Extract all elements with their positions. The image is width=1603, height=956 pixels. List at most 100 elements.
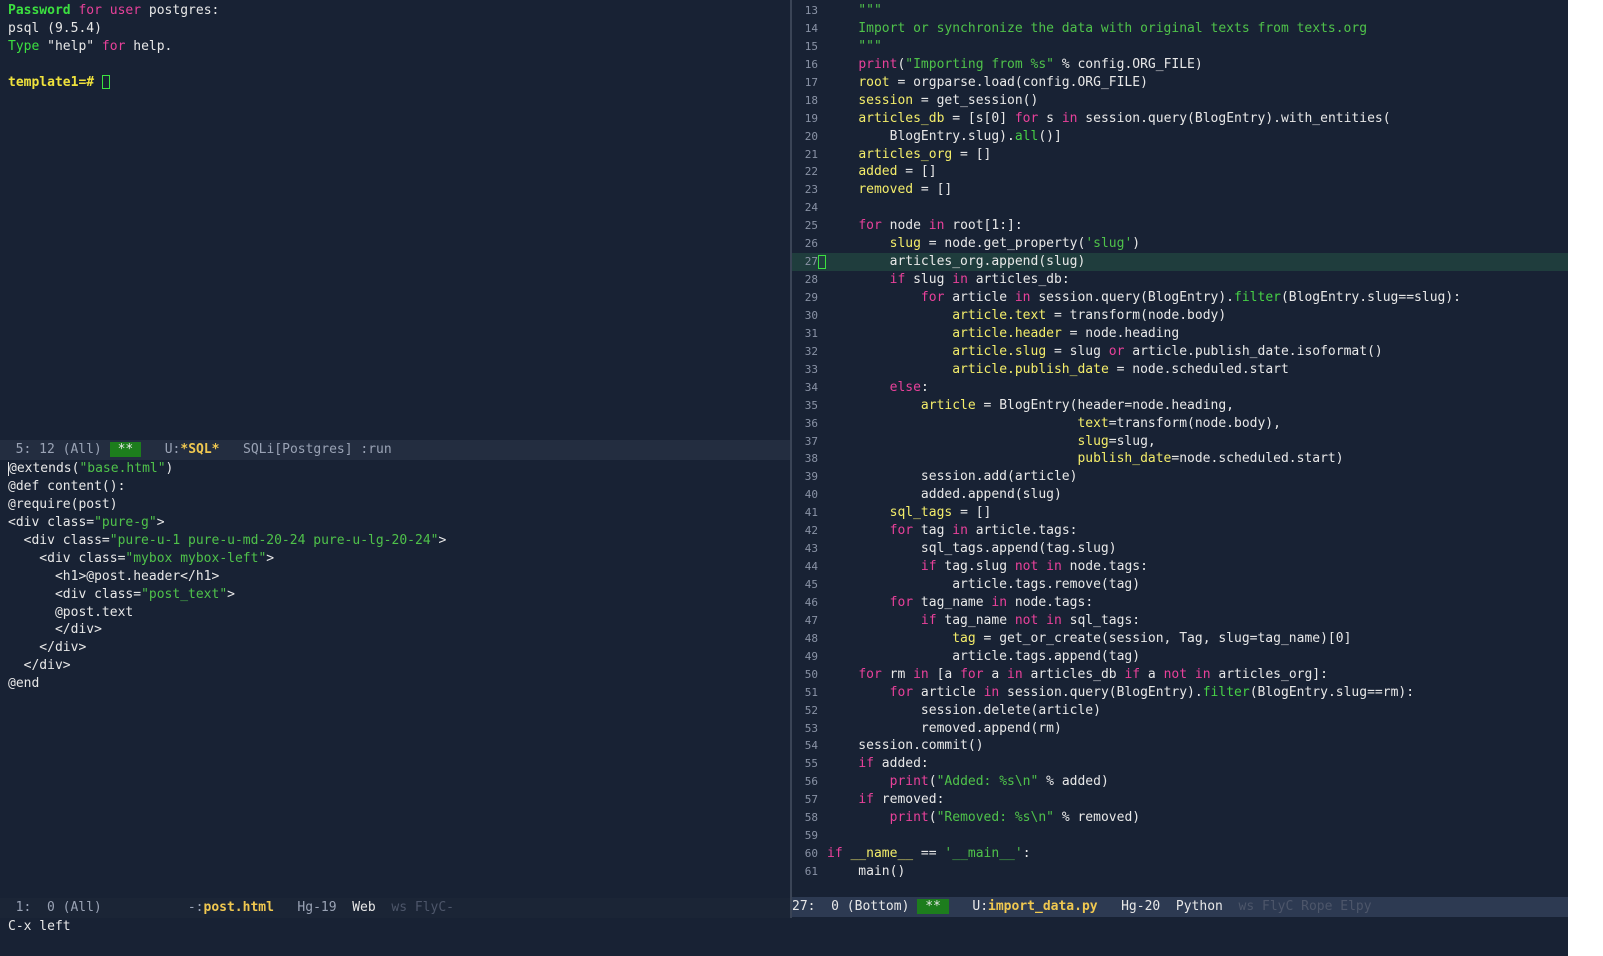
line-number: 59 (804, 829, 818, 843)
line-number: 21 (804, 147, 818, 161)
code-line: 20 BlogEntry.slug).all()] (792, 128, 1568, 146)
psql-help-line: Type "help" for help. (8, 38, 173, 54)
buffer-name-python[interactable]: import_data.py (988, 899, 1098, 914)
line-number: 53 (804, 721, 818, 735)
code-line: 56 print("Added: %s\n" % added) (792, 773, 1568, 791)
psql-prompt-line[interactable]: template1=# (0, 74, 790, 92)
modeline-python: 27: 0 (Bottom) ** U:import_data.py Hg-20… (792, 897, 1568, 917)
code-line: 33 article.publish_date = node.scheduled… (792, 361, 1568, 379)
line-number: 45 (804, 578, 818, 591)
line-number: 28 (804, 273, 818, 287)
html-code-line: @extends("base.html") (8, 461, 174, 476)
code-line: 40 added.append(slug) (792, 486, 1568, 504)
line-number: 49 (804, 649, 818, 663)
html-code-line: <div class="mybox mybox-left"> (8, 550, 275, 566)
line-number: 42 (804, 524, 818, 538)
code-line: 32 article.slug = slug or article.publis… (792, 343, 1568, 361)
code-line: 35 article = BlogEntry(header=node.headi… (792, 397, 1568, 415)
code-line: 26 slug = node.get_property('slug') (792, 235, 1568, 253)
python-editor-window[interactable]: 13 """ 14 Import or synchronize the data … (792, 2, 1568, 897)
code-line: 15 """ (792, 38, 1568, 56)
line-number: 31 (804, 326, 818, 340)
minibuffer[interactable]: C-x left (0, 918, 1603, 936)
line-number: 18 (804, 93, 818, 107)
line-number: 15 (804, 39, 818, 53)
line-number: 14 (804, 21, 818, 35)
code-line: 58 print("Removed: %s\n" % removed) (792, 809, 1568, 827)
line-number: 40 (804, 488, 818, 502)
code-line: 57 if removed: (792, 791, 1568, 809)
line-number: 30 (804, 308, 818, 322)
line-number: 34 (804, 380, 818, 394)
line-number: 48 (804, 631, 818, 645)
line-number: 46 (804, 595, 818, 609)
line-number: 35 (804, 398, 818, 412)
code-line: 18 session = get_session() (792, 92, 1568, 110)
html-code-line: </div> (8, 622, 102, 638)
html-code-line: </div> (8, 658, 71, 674)
code-line: 41 sql_tags = [] (792, 504, 1568, 522)
line-number: 37 (804, 434, 818, 448)
html-code-line: @require(post) (8, 496, 118, 512)
line-number: 57 (804, 793, 818, 807)
text-cursor-icon (818, 254, 826, 269)
code-line: 27 articles_org.append(slug) (792, 253, 1568, 272)
html-editor-window[interactable]: @extends("base.html") @def content(): @req… (0, 460, 790, 898)
code-line: 24 (792, 199, 1568, 217)
html-code-line: @end (8, 676, 40, 692)
code-line: 14 Import or synchronize the data with o… (792, 20, 1568, 38)
code-line: 23 removed = [] (792, 181, 1568, 199)
buffer-name-html[interactable]: post.html (204, 900, 274, 915)
code-line: 37 slug=slug, (792, 433, 1568, 451)
code-line: 52 session.delete(article) (792, 702, 1568, 720)
line-number: 54 (804, 739, 818, 753)
modeline-sql: 5: 12 (All) ** U:*SQL* SQLi[Postgres] :r… (0, 440, 790, 460)
code-line: 59 (792, 827, 1568, 845)
line-number: 51 (804, 685, 818, 699)
code-line: 31 article.header = node.heading (792, 325, 1568, 343)
line-number: 26 (804, 237, 818, 251)
html-code-line: <div class="pure-u-1 pure-u-md-20-24 pur… (8, 532, 447, 548)
code-line: 36 text=transform(node.body), (792, 415, 1568, 433)
line-number: 22 (804, 165, 818, 179)
code-line: 39 session.add(article) (792, 468, 1568, 486)
code-line: 25 for node in root[1:]: (792, 217, 1568, 235)
line-number: 36 (804, 416, 818, 430)
line-number: 60 (804, 847, 818, 861)
code-line: 51 for article in session.query(BlogEntr… (792, 684, 1568, 702)
code-line: 21 articles_org = [] (792, 146, 1568, 164)
code-line: 16 print("Importing from %s" % config.OR… (792, 56, 1568, 74)
line-number: 39 (804, 470, 818, 484)
code-line: 13 """ (792, 2, 1568, 20)
code-line: 54 session.commit() (792, 737, 1568, 755)
line-number: 19 (804, 111, 818, 125)
code-line: 19 articles_db = [s[0] for s in session.… (792, 110, 1568, 128)
code-line: 50 for rm in [a for a in articles_db if … (792, 666, 1568, 684)
line-number: 38 (804, 452, 818, 466)
code-line: 17 root = orgparse.load(config.ORG_FILE) (792, 74, 1568, 92)
line-number: 41 (804, 506, 818, 520)
line-number: 47 (804, 613, 818, 627)
code-line: 30 article.text = transform(node.body) (792, 307, 1568, 325)
code-line: 45 article.tags.remove(tag) (792, 576, 1568, 594)
line-number: 25 (804, 219, 818, 233)
modeline-html: 1: 0 (All) -:post.html Hg-19 Web ws FlyC… (0, 898, 790, 918)
code-line: 38 publish_date=node.scheduled.start) (792, 450, 1568, 468)
html-code-line: @post.text (8, 604, 134, 620)
html-code-line: <div class="pure-g"> (8, 514, 165, 530)
code-line: 34 else: (792, 379, 1568, 397)
line-number: 17 (804, 75, 818, 89)
code-line: 61 main() (792, 863, 1568, 881)
code-line: 60 if __name__ == '__main__': (792, 845, 1568, 863)
code-line: 44 if tag.slug not in node.tags: (792, 558, 1568, 576)
text-cursor-icon (101, 75, 110, 90)
code-line: 22 added = [] (792, 163, 1568, 181)
line-number: 50 (804, 667, 818, 681)
line-number: 20 (804, 129, 818, 143)
psql-window[interactable]: Password for user postgres: psql (9.5.4)… (0, 2, 790, 440)
code-line: 46 for tag_name in node.tags: (792, 594, 1568, 612)
buffer-name-sql[interactable]: *SQL* (180, 442, 219, 457)
code-line: 48 tag = get_or_create(session, Tag, slu… (792, 630, 1568, 648)
line-number: 32 (804, 344, 818, 358)
code-line: 42 for tag in article.tags: (792, 522, 1568, 540)
